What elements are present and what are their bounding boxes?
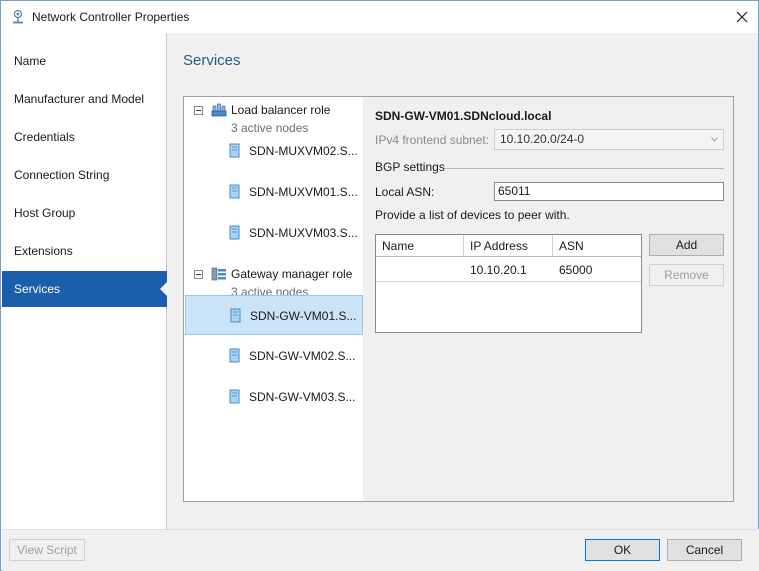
peer-instructions: Provide a list of devices to peer with. — [375, 208, 570, 222]
chevron-down-icon — [711, 137, 718, 142]
close-icon — [736, 11, 748, 23]
tree-node-label: SDN-GW-VM02.S... — [249, 349, 356, 363]
peer-grid: Name IP Address ASN 10.10.20.1 65000 — [375, 234, 642, 333]
server-icon — [229, 348, 240, 363]
tree-node-gw-vm03[interactable]: SDN-GW-VM03.S... — [185, 377, 363, 417]
sidebar-item-host-group[interactable]: Host Group — [2, 195, 167, 231]
server-icon — [229, 225, 240, 240]
properties-window: Network Controller Properties Name Manuf… — [0, 0, 759, 571]
cell-asn: 65000 — [559, 263, 593, 277]
services-panel: Load balancer role 3 active nodes SDN-MU… — [183, 96, 734, 502]
grid-header: Name IP Address ASN — [376, 235, 641, 257]
tree-node-gw-vm01[interactable]: SDN-GW-VM01.S... — [185, 295, 363, 335]
remove-peer-button[interactable]: Remove — [649, 264, 724, 286]
selected-node-name: SDN-GW-VM01.SDNcloud.local — [375, 109, 552, 123]
server-icon — [229, 184, 240, 199]
sidebar-item-name[interactable]: Name — [2, 43, 167, 79]
gateway-manager-icon — [211, 267, 226, 281]
sidebar-item-connection-string[interactable]: Connection String — [2, 157, 167, 193]
tree-node-muxvm03[interactable]: SDN-MUXVM03.S... — [185, 213, 363, 253]
collapse-toggle-load-balancer[interactable] — [194, 106, 203, 115]
cell-ip-address: 10.10.20.1 — [470, 263, 527, 277]
sidebar-item-manufacturer-model[interactable]: Manufacturer and Model — [2, 81, 167, 117]
ipv4-subnet-label: IPv4 frontend subnet: — [375, 133, 490, 147]
cancel-button[interactable]: Cancel — [667, 539, 742, 561]
main-content: Services Load balancer role 3 active nod… — [167, 33, 758, 529]
collapse-toggle-gateway-manager[interactable] — [194, 270, 203, 279]
tree-node-label: SDN-MUXVM03.S... — [249, 226, 358, 240]
tree-node-muxvm02[interactable]: SDN-MUXVM02.S... — [185, 131, 363, 171]
sidebar-nav: Name Manufacturer and Model Credentials … — [2, 33, 168, 529]
services-tree[interactable]: Load balancer role 3 active nodes SDN-MU… — [184, 97, 363, 501]
tree-node-gw-vm02[interactable]: SDN-GW-VM02.S... — [185, 336, 363, 376]
tree-node-label: SDN-MUXVM01.S... — [249, 185, 358, 199]
sidebar-item-extensions[interactable]: Extensions — [2, 233, 167, 269]
node-details: SDN-GW-VM01.SDNcloud.local IPv4 frontend… — [363, 97, 733, 501]
server-icon — [229, 143, 240, 158]
local-asn-label: Local ASN: — [375, 185, 435, 199]
view-script-button[interactable]: View Script — [9, 539, 85, 561]
column-header-name[interactable]: Name — [376, 235, 464, 257]
column-header-asn[interactable]: ASN — [553, 235, 641, 257]
ok-button[interactable]: OK — [585, 539, 660, 561]
tree-node-label: SDN-MUXVM02.S... — [249, 144, 358, 158]
section-divider — [445, 168, 724, 169]
title-bar: Network Controller Properties — [1, 1, 758, 33]
sidebar-item-credentials[interactable]: Credentials — [2, 119, 167, 155]
column-header-ip-address[interactable]: IP Address — [464, 235, 553, 257]
tree-group-label[interactable]: Load balancer role — [231, 103, 330, 117]
window-title: Network Controller Properties — [32, 10, 190, 24]
server-icon — [229, 389, 240, 404]
dialog-footer: View Script OK Cancel — [2, 529, 759, 571]
tree-node-label: SDN-GW-VM03.S... — [249, 390, 356, 404]
load-balancer-icon — [211, 103, 227, 117]
page-title: Services — [183, 52, 241, 69]
ipv4-subnet-select: 10.10.20.0/24-0 — [494, 129, 724, 150]
tree-node-muxvm01[interactable]: SDN-MUXVM01.S... — [185, 172, 363, 212]
bgp-settings-heading: BGP settings — [375, 160, 445, 174]
local-asn-input[interactable]: 65011 — [494, 182, 724, 201]
add-peer-button[interactable]: Add — [649, 234, 724, 256]
tree-node-label: SDN-GW-VM01.S... — [250, 309, 357, 323]
ipv4-subnet-value: 10.10.20.0/24-0 — [500, 132, 585, 146]
cell-name — [376, 258, 464, 282]
table-row[interactable]: 10.10.20.1 65000 — [376, 258, 641, 282]
tree-group-label[interactable]: Gateway manager role — [231, 267, 352, 281]
close-button[interactable] — [728, 5, 756, 29]
sidebar-item-services[interactable]: Services — [2, 271, 168, 307]
server-icon — [230, 308, 241, 323]
network-controller-icon — [13, 10, 23, 24]
